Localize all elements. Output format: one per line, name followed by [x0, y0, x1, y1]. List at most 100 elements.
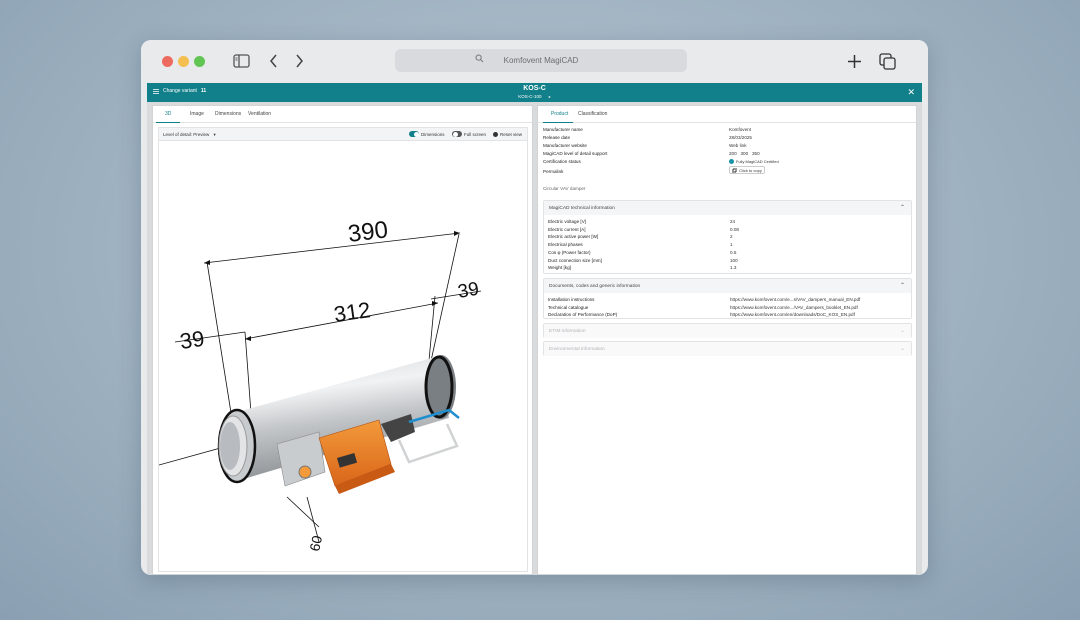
field-label: Duct connection size [mm] — [548, 257, 602, 263]
field-value: 0.5 — [730, 249, 737, 255]
chevron-up-icon: ⌃ — [899, 205, 905, 211]
field-value: 2 — [730, 234, 733, 240]
sidebar-icon[interactable] — [233, 54, 250, 68]
documents-header[interactable]: Documents, codes and generic information… — [544, 279, 911, 293]
certified-icon — [729, 159, 734, 164]
field-label: Technical catalogue — [548, 304, 589, 310]
dimensions-toggle-label: Dimensions — [421, 132, 445, 137]
chevron-down-icon: ⌄ — [899, 346, 905, 352]
field-value: 1.3 — [730, 265, 737, 271]
tab-3d[interactable]: 3D — [165, 111, 171, 117]
field-label: Electric voltage [V] — [548, 219, 587, 224]
dimension-390: 390 — [346, 216, 389, 248]
technical-catalogue-link[interactable]: https://www.komfovent.com/e.../VAV_dampe… — [730, 305, 858, 310]
environmental-header[interactable]: Environmental information ⌄ — [544, 342, 911, 356]
minimize-window-button[interactable] — [178, 56, 189, 67]
field-label: Installation instructions — [548, 297, 595, 302]
chevron-up-icon: ⌃ — [899, 283, 905, 289]
full-screen-toggle[interactable] — [452, 131, 462, 137]
manufacturer-website-link[interactable]: Web link — [729, 143, 747, 148]
product-titlebar: Change variant 11 KOS-C KOS-C-100 ▸ ✕ — [147, 83, 922, 102]
field-value: 0.08 — [730, 226, 739, 232]
close-window-button[interactable] — [162, 56, 173, 67]
viewer-panel: 3D Image Dimensions Ventilation Level of… — [152, 105, 533, 575]
address-bar[interactable]: Komfovent MagiCAD — [395, 49, 687, 72]
tab-classification[interactable]: Classification — [578, 111, 607, 117]
field-label: Declaration of Performance (DoP) — [548, 312, 618, 318]
dimension-60: 60 — [306, 534, 325, 553]
address-text: Komfovent MagiCAD — [503, 56, 579, 65]
copy-icon — [732, 167, 737, 173]
field-label: Electric current [A] — [548, 226, 586, 232]
field-value: 100 — [730, 257, 738, 263]
tabs-overview-icon[interactable] — [879, 53, 896, 70]
new-tab-icon[interactable] — [847, 54, 862, 69]
product-variant-select[interactable]: KOS-C-100 ▸ — [147, 94, 922, 99]
close-icon[interactable]: ✕ — [907, 87, 915, 98]
product-variant-code: KOS-C-100 — [518, 94, 542, 99]
field-label: Certification status — [543, 159, 581, 164]
level-of-detail-select[interactable]: Level of detail: Preview ▾ — [163, 132, 216, 138]
product-details: Manufacturer name Komfovent Release date… — [538, 124, 916, 574]
dimension-39-left: 39 — [178, 326, 206, 354]
tab-product[interactable]: Product — [551, 111, 568, 117]
field-label: Electric active power [W] — [548, 234, 599, 240]
etim-section[interactable]: ETIM information ⌄ — [543, 323, 912, 338]
environmental-section[interactable]: Environmental information ⌄ — [543, 341, 912, 356]
tab-image[interactable]: Image — [190, 111, 204, 117]
field-label: Release date — [543, 135, 571, 140]
chevron-down-icon: ▾ — [213, 132, 216, 137]
release-date-value: 28/03/2025 — [729, 135, 752, 140]
lod-support-value: 200 300 350 — [729, 151, 760, 156]
copy-permalink-button[interactable]: Click to copy — [729, 166, 765, 174]
maximize-window-button[interactable] — [194, 56, 205, 67]
declaration-of-performance-link[interactable]: https://www.komfovent.com/en/downloads/D… — [730, 312, 855, 317]
installation-instructions-link[interactable]: https://www.komfovent.com/e...s/VAV_damp… — [730, 297, 860, 302]
section-title: ETIM information — [549, 328, 586, 334]
reset-view-button[interactable]: Reset view — [500, 132, 522, 137]
browser-window: Komfovent MagiCAD Change variant 11 KOS-… — [141, 40, 928, 575]
etim-header[interactable]: ETIM information ⌄ — [544, 324, 911, 338]
field-label: Cos φ (Power factor) — [548, 249, 591, 255]
product-info-panel: Product Classification Manufacturer name… — [537, 105, 917, 575]
browser-toolbar: Komfovent MagiCAD — [141, 40, 928, 83]
tab-ventilation[interactable]: Ventilation — [248, 111, 271, 117]
damper-3d-model: 390 312 39 39 60 — [159, 216, 482, 553]
field-label: Electrical phases — [548, 242, 583, 248]
section-title: Environmental information — [549, 346, 605, 352]
app-area: Change variant 11 KOS-C KOS-C-100 ▸ ✕ 3D… — [147, 83, 922, 575]
model-viewer[interactable]: Level of detail: Preview ▾ Dimensions Fu… — [158, 127, 528, 572]
caret-right-icon: ▸ — [548, 94, 551, 99]
info-tabs: Product Classification — [538, 106, 916, 123]
product-title: KOS-C — [523, 85, 546, 92]
product-description: Circular VAV damper — [543, 186, 586, 191]
field-label: Manufacturer website — [543, 143, 587, 148]
documents-section: Documents, codes and generic information… — [543, 278, 912, 319]
forward-icon[interactable] — [294, 54, 304, 68]
field-label: Manufacturer name — [543, 127, 583, 132]
chevron-down-icon: ⌄ — [899, 328, 905, 334]
section-title: MagiCAD technical information — [549, 205, 615, 211]
technical-info-section: MagiCAD technical information ⌃ Electric … — [543, 200, 912, 274]
field-label: MagiCAD level of detail support — [543, 151, 608, 156]
manufacturer-name-value: Komfovent — [729, 127, 751, 132]
certification-status-value: Fully MagiCAD Certified — [736, 159, 779, 164]
search-icon — [475, 54, 484, 63]
reset-view-icon[interactable] — [493, 132, 498, 137]
dimensions-toggle[interactable] — [409, 131, 419, 137]
field-label: Permalink — [543, 169, 564, 174]
full-screen-toggle-label: Full screen — [464, 132, 487, 137]
certification-status: Fully MagiCAD Certified — [729, 159, 779, 164]
field-value: 24 — [730, 219, 736, 224]
viewer-toolbar: Level of detail: Preview ▾ Dimensions Fu… — [159, 128, 527, 141]
dimension-39-right: 39 — [456, 279, 480, 303]
level-of-detail-label: Level of detail: Preview — [163, 132, 210, 137]
technical-info-header[interactable]: MagiCAD technical information ⌃ — [544, 201, 911, 215]
viewer-tabs: 3D Image Dimensions Ventilation — [153, 106, 532, 123]
dimension-312: 312 — [332, 297, 372, 327]
field-value: 1 — [730, 242, 733, 248]
tab-dimensions[interactable]: Dimensions — [215, 111, 241, 117]
section-title: Documents, codes and generic information — [549, 283, 641, 289]
back-icon[interactable] — [269, 54, 279, 68]
field-label: Weight [kg] — [548, 265, 571, 271]
